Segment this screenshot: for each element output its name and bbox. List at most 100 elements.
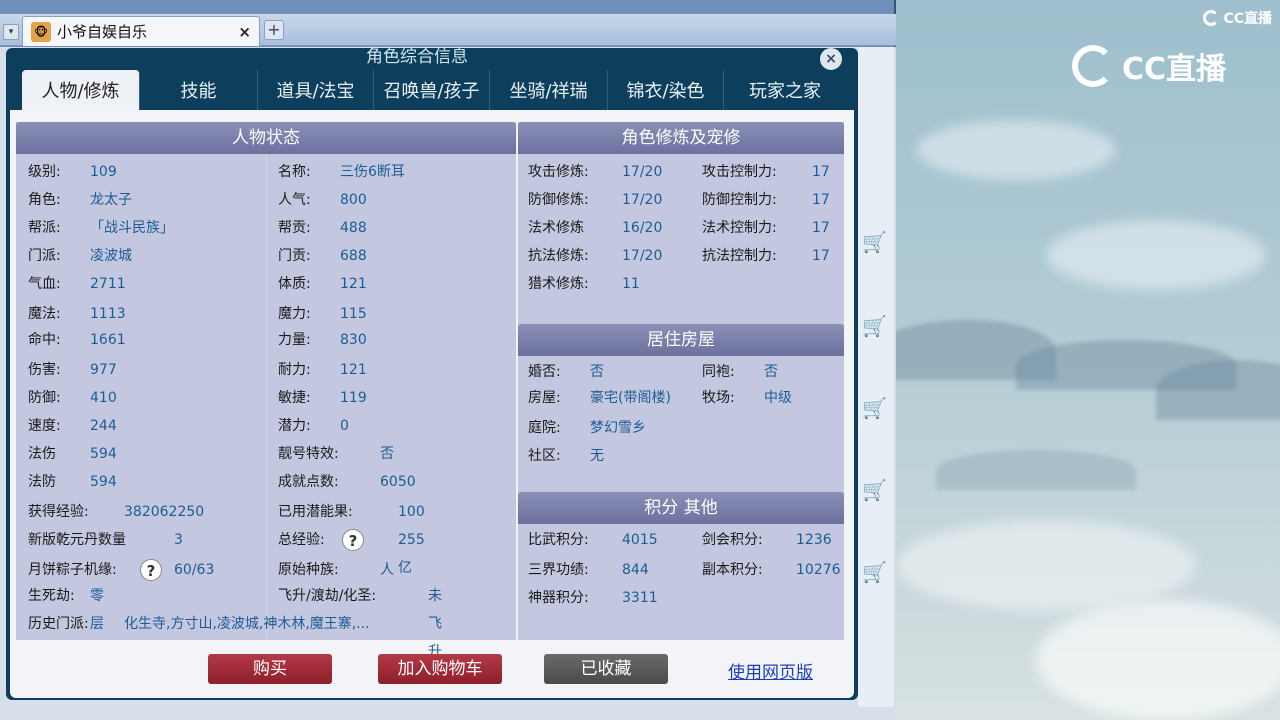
row-value: 17 [812,192,830,208]
dialog-title: 角色综合信息 [366,47,468,67]
row-label: 社区: [528,448,561,464]
tab-skills[interactable]: 技能 [140,70,258,110]
close-icon[interactable]: × [820,48,842,70]
cart-icon[interactable]: 🛒 [862,314,888,340]
race-value: 人 [380,562,394,578]
row-label: 人气: [278,192,311,208]
row-label: 抗法控制力: [702,248,777,264]
web-version-link[interactable]: 使用网页版 [728,658,813,683]
exp-value: 382062250 [124,504,205,520]
cc-watermark-small: CC直播 [1203,8,1272,28]
tab-outfits[interactable]: 锦衣/染色 [608,70,724,110]
row-label: 比武积分: [528,532,589,548]
row-label: 房屋: [528,390,561,406]
help-icon[interactable]: ? [140,559,162,581]
status-header: 人物状态 [16,122,516,154]
tab-character[interactable]: 人物/修炼 [22,70,140,110]
tab-summons[interactable]: 召唤兽/孩子 [374,70,490,110]
row-label: 法伤 [28,446,56,462]
cart-icon[interactable]: 🛒 [862,396,888,422]
points-header: 积分 其他 [518,492,844,524]
row-value: 488 [340,220,367,236]
row-value: 17/20 [622,164,663,180]
browser-tab[interactable]: 🐵 小爷自娱自乐 × [22,16,260,46]
row-value: 594 [90,446,117,462]
character-info-dialog: 角色综合信息 × 人物/修炼 技能 道具/法宝 召唤兽/孩子 坐骑/祥瑞 锦衣/… [6,47,858,700]
row-label: 潜力: [278,418,311,434]
tab-player-home[interactable]: 玩家之家 [724,70,846,110]
cart-icon[interactable]: 🛒 [862,560,888,586]
favorited-button[interactable]: 已收藏 [544,654,668,684]
ascension-label: 飞升/渡劫/化圣: [278,588,377,604]
row-value: 800 [340,192,367,208]
row-label: 敏捷: [278,390,311,406]
tab-list-button[interactable]: ▾ [3,24,19,40]
exp-label: 获得经验: [28,504,89,520]
row-label: 防御: [28,390,61,406]
row-value: 17 [812,164,830,180]
moon-cake-value: 60/63 [174,562,215,578]
row-value: 121 [340,362,367,378]
cart-icon[interactable]: 🛒 [862,230,888,256]
row-value: 115 [340,306,367,322]
row-label: 神器积分: [528,590,589,606]
row-label: 魔力: [278,306,311,322]
row-label: 攻击控制力: [702,164,777,180]
cart-icon[interactable]: 🛒 [862,478,888,504]
row-label: 门派: [28,248,61,264]
row-label: 副本积分: [702,562,763,578]
row-value: 1236 [796,532,832,548]
row-value: 三伤6断耳 [340,164,405,180]
row-label: 命中: [28,332,61,348]
row-value: 11 [622,276,640,292]
cultivation-header: 角色修炼及宠修 [518,122,844,154]
tab-close-icon[interactable]: × [238,23,251,41]
row-label: 耐力: [278,362,311,378]
row-label: 级别: [28,164,61,180]
total-exp-value: 255亿 [398,532,425,576]
row-value: 否 [590,364,604,380]
add-to-cart-button[interactable]: 加入购物车 [378,654,502,684]
row-value: 17 [812,248,830,264]
row-label: 法术控制力: [702,220,777,236]
new-tab-button[interactable]: + [264,20,284,40]
row-value: 16/20 [622,220,663,236]
cc-logo-icon [1072,45,1114,87]
row-value: 109 [90,164,117,180]
row-value: 中级 [764,390,792,406]
row-value: 830 [340,332,367,348]
tab-mounts[interactable]: 坐骑/祥瑞 [490,70,608,110]
row-label: 速度: [28,418,61,434]
row-label: 帮派: [28,220,61,236]
row-label: 防御修炼: [528,192,589,208]
row-label: 体质: [278,276,311,292]
buy-button[interactable]: 购买 [208,654,332,684]
moon-cake-label: 月饼粽子机缘: [28,562,117,578]
row-value: 17/20 [622,248,663,264]
dialog-content: 人物状态 获得经验: 382062250 已用潜能果: 100 新版乾元丹数量 … [10,110,854,698]
total-exp-label: 总经验: [278,532,325,548]
row-value: 10276 [796,562,841,578]
row-value: 1113 [90,306,126,322]
row-value: 4015 [622,532,658,548]
row-value: 244 [90,418,117,434]
cc-logo-icon [1203,10,1220,26]
row-value: 121 [340,276,367,292]
tab-items[interactable]: 道具/法宝 [258,70,374,110]
row-label: 三界功绩: [528,562,589,578]
help-icon[interactable]: ? [342,529,364,551]
used-fruit-label: 已用潜能果: [278,504,353,520]
history-sect-value: 化生寺,方寸山,凌波城,神木林,魔王寨,... [124,616,370,632]
row-value: 否 [764,364,778,380]
row-label: 攻击修炼: [528,164,589,180]
history-sect-label: 历史门派: [28,616,89,632]
row-value: 梦幻雪乡 [590,420,646,436]
row-value: 豪宅(带阁楼) [590,390,671,406]
row-label: 防御控制力: [702,192,777,208]
row-value: 688 [340,248,367,264]
row-label: 抗法修炼: [528,248,589,264]
row-value: 3311 [622,590,658,606]
row-value: 6050 [380,474,416,490]
race-label: 原始种族: [278,562,339,578]
qianyuan-label: 新版乾元丹数量 [28,532,126,548]
